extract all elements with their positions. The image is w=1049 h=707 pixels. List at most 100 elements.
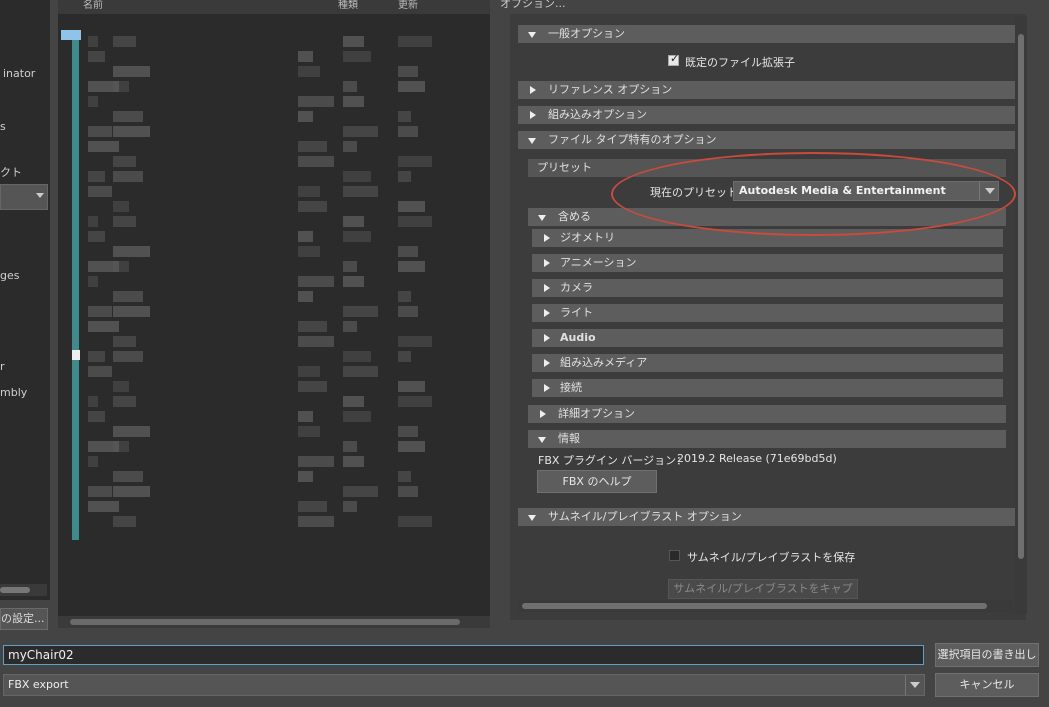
include-item[interactable]: ライト [532,304,1003,322]
blurred-cell [343,186,378,197]
include-item[interactable]: 組み込みメディア [532,354,1003,372]
settings-button[interactable]: の設定... [0,608,48,630]
blurred-cell [298,321,327,332]
section-label: 情報 [558,432,580,445]
sidebar-item-label[interactable]: inator [3,67,35,80]
blurred-cell [398,396,432,407]
include-item[interactable]: カメラ [532,279,1003,297]
blurred-cell [398,336,432,347]
dropdown-button[interactable] [979,182,998,200]
cancel-button[interactable]: キャンセル [935,673,1039,697]
blurred-cell [88,321,119,332]
sidebar-item-label: クト [0,166,22,179]
blurred-cell [298,186,320,197]
blurred-cell [88,216,98,227]
default-extension-checkbox[interactable]: ✓ [668,52,680,66]
section-embedded-options[interactable]: 組み込みオプション [518,106,1015,124]
sidebar-combo[interactable] [0,184,48,210]
section-info[interactable]: 情報 [528,430,1006,448]
sidebar-item-label[interactable]: r [0,360,5,373]
section-label: 組み込みオプション [548,108,647,121]
blurred-cell [398,306,418,317]
blurred-cell [398,291,411,302]
fbx-help-button[interactable]: FBX のヘルプ [537,470,657,493]
preset-dropdown[interactable]: Autodesk Media & Entertainment [733,181,999,201]
include-item[interactable]: アニメーション [532,254,1003,272]
filename-input[interactable]: myChair02 [3,645,924,665]
options-vertical-scrollbar[interactable] [1015,16,1027,614]
collapse-arrow-icon [528,138,536,144]
scroll-thumb[interactable] [1018,34,1024,559]
section-label: 一般オプション [548,27,625,40]
blurred-cell [113,111,143,122]
blurred-cell [298,501,327,512]
section-advanced-options[interactable]: 詳細オプション [528,405,1006,423]
preset-header: プリセット [528,159,1006,177]
expand-arrow-icon [544,284,550,292]
blurred-cell [113,216,136,227]
section-thumbnail-options[interactable]: サムネイル/プレイブラスト オプション [518,508,1015,526]
export-selection-button[interactable]: 選択項目の書き出し [935,643,1039,667]
expand-arrow-icon [544,359,550,367]
blurred-cell [298,291,313,302]
section-reference-options[interactable]: リファレンス オプション [518,81,1015,99]
section-file-type-options[interactable]: ファイル タイプ特有のオプション [518,131,1015,149]
blurred-cell [398,426,418,437]
blurred-cell [398,486,418,497]
include-item-label: Audio [560,331,596,344]
section-general-options[interactable]: 一般オプション [518,25,1015,43]
blurred-cell [343,396,364,407]
blurred-cell [398,66,418,77]
blurred-cell [343,171,371,182]
scroll-thumb[interactable] [70,619,460,625]
default-extension-label: 既定のファイル拡張子 [685,56,795,69]
section-label: 詳細オプション [558,407,635,420]
scroll-thumb[interactable] [522,603,987,609]
blurred-cell [88,171,105,182]
scroll-thumb[interactable] [0,587,30,593]
dropdown-button[interactable] [905,675,924,695]
blurred-cell [113,351,143,362]
blurred-cell [88,396,98,407]
blurred-cell [88,486,112,497]
options-horizontal-scrollbar[interactable] [518,600,1013,612]
capture-thumbnail-button[interactable]: サムネイル/プレイブラストをキャプチャ [668,579,858,613]
blurred-cell [113,246,150,257]
blurred-cell [88,351,105,362]
include-item-label: ジオメトリ [560,231,615,244]
file-list-horizontal-scrollbar[interactable] [58,616,490,628]
blurred-cell [88,456,98,467]
file-type-value: FBX export [8,678,69,691]
include-item[interactable]: 接続 [532,379,1003,397]
section-label: 含める [558,210,591,223]
blurred-cell [113,426,150,437]
sidebar-item-label[interactable]: mbly [0,386,27,399]
column-header-type[interactable]: 種類 [338,0,358,11]
sidebar-item-label[interactable]: ges [0,269,19,282]
column-header-name[interactable]: 名前 [83,0,103,11]
file-type-dropdown[interactable]: FBX export [3,674,925,696]
fbx-version-label: FBX プラグイン バージョン： [538,454,688,467]
blurred-cell [298,516,334,527]
blurred-cell [398,261,425,272]
blurred-cell [398,381,425,392]
save-thumbnail-checkbox[interactable] [669,550,680,561]
blurred-cell [113,486,150,497]
blurred-cell [88,366,112,377]
file-list[interactable]: 名前 種類 更新 [58,0,490,620]
column-header-modified[interactable]: 更新 [398,0,418,11]
blurred-cell [298,366,320,377]
section-include[interactable]: 含める [528,208,1006,226]
include-item[interactable]: Audio [532,329,1003,347]
checkmark-icon: ✓ [670,52,680,65]
blurred-cell [113,66,150,77]
blurred-cell [298,336,334,347]
include-item-label: カメラ [560,281,593,294]
sidebar-horizontal-scrollbar[interactable] [0,584,47,596]
blurred-cell [398,171,411,182]
sidebar-item-label[interactable]: s [0,120,6,133]
selection-marker [72,350,80,360]
blurred-cell [398,111,411,122]
include-item[interactable]: ジオメトリ [532,229,1003,247]
blurred-cell [298,156,334,167]
